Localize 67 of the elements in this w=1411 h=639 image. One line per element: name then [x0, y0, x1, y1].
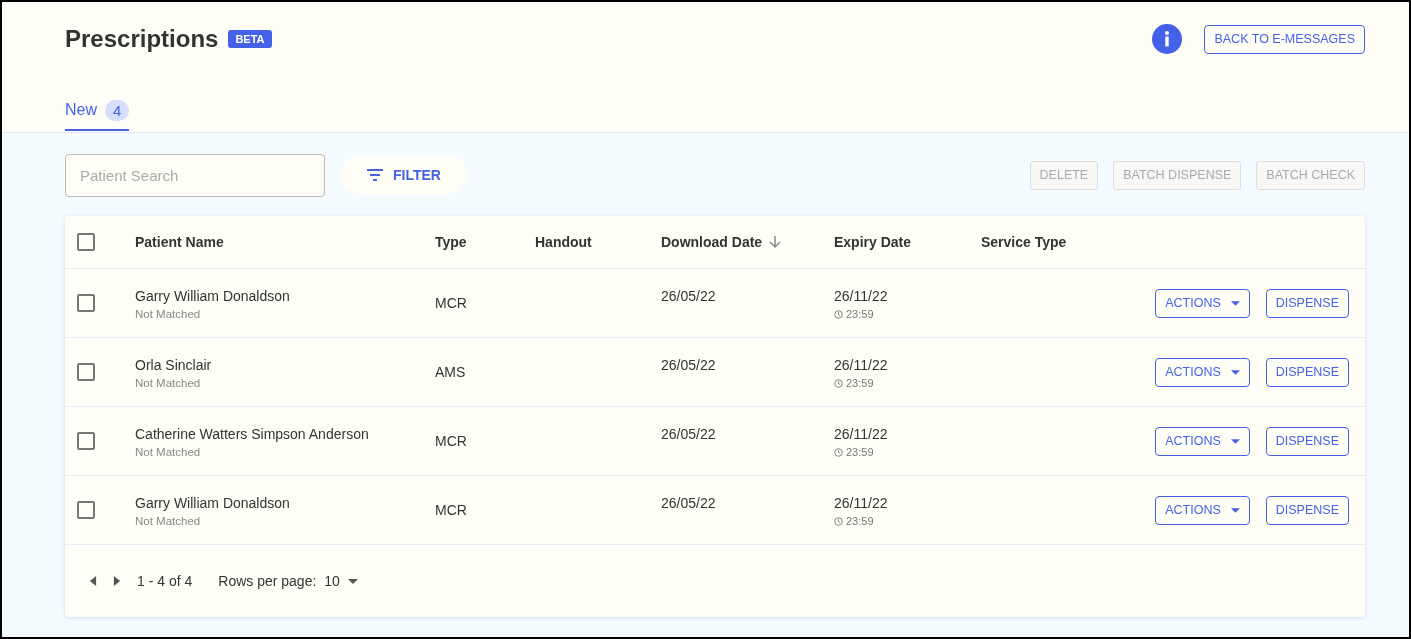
column-header[interactable]: Patient Name — [135, 234, 224, 250]
caret-icon — [347, 578, 358, 584]
clock-icon — [834, 378, 843, 388]
type-cell-text: MCR — [435, 433, 468, 449]
expiry-date: 26/11/22 — [834, 426, 889, 442]
expiry-time: 23:59 — [846, 308, 874, 320]
expiry-date: 26/11/22 — [834, 495, 889, 511]
column-header[interactable]: Type — [435, 234, 467, 250]
clock-icon — [834, 309, 843, 319]
search-field[interactable]: Patient Search — [65, 153, 325, 197]
column-header[interactable]: Expiry Date — [834, 234, 912, 250]
clock-icon — [834, 447, 843, 457]
filter-button[interactable]: FILTER — [341, 156, 467, 194]
patient-name: Garry William Donaldson — [135, 495, 291, 511]
patient-name: Garry William Donaldson — [135, 288, 291, 304]
caret-icon — [1230, 369, 1240, 375]
filter-icon — [367, 169, 383, 181]
patient-name: Orla Sinclair — [135, 357, 213, 373]
dispense-button[interactable]: DISPENSE — [1265, 288, 1349, 318]
expiry-date: 26/11/22 — [834, 357, 889, 373]
type-cell-text: MCR — [435, 295, 468, 311]
download-date: 26/05/22 — [661, 288, 717, 304]
actions-button[interactable]: ACTIONS — [1155, 426, 1250, 456]
expiry-time: 23:59 — [846, 377, 874, 389]
match-status: Not Matched — [135, 515, 202, 527]
match-status: Not Matched — [135, 446, 202, 458]
next-page-icon[interactable] — [113, 576, 121, 586]
expiry-time: 23:59 — [846, 446, 874, 458]
rows-per-page-label: Rows per page: — [218, 573, 317, 589]
count-badge: 4 — [105, 99, 130, 121]
checkbox[interactable] — [77, 294, 95, 312]
match-status: Not Matched — [135, 377, 202, 389]
type-cell-text: MCR — [435, 502, 468, 518]
checkbox[interactable] — [77, 233, 95, 251]
tab[interactable]: New 4 — [65, 91, 130, 131]
column-header[interactable]: Download Date — [661, 234, 763, 250]
beta-badge: BETA — [228, 30, 272, 48]
info-icon[interactable] — [1152, 24, 1183, 54]
rows-per-page-select[interactable]: 10 — [324, 573, 358, 589]
back-button[interactable]: BACK TO E-MESSAGES — [1204, 24, 1365, 54]
checkbox[interactable] — [77, 501, 95, 519]
dispense-button[interactable]: DISPENSE — [1265, 495, 1349, 525]
clock-icon — [834, 516, 843, 526]
dispense-button[interactable]: DISPENSE — [1265, 357, 1349, 387]
previous-page-icon[interactable] — [89, 576, 97, 586]
download-date: 26/05/22 — [661, 426, 717, 442]
patient-name: Catherine Watters Simpson Anderson — [135, 426, 370, 442]
expiry-date: 26/11/22 — [834, 288, 889, 304]
caret-icon — [1230, 300, 1240, 306]
type-cell-text: AMS — [435, 364, 467, 380]
checkbox[interactable] — [77, 432, 95, 450]
caret-icon — [1230, 507, 1240, 513]
expiry-time: 23:59 — [846, 515, 874, 527]
column-header[interactable]: Service Type — [981, 234, 1067, 250]
download-date: 26/05/22 — [661, 357, 717, 373]
download-date: 26/05/22 — [661, 495, 717, 511]
match-status: Not Matched — [135, 308, 202, 320]
actions-button[interactable]: ACTIONS — [1155, 288, 1250, 318]
dispense-button[interactable]: DISPENSE — [1265, 426, 1349, 456]
actions-button[interactable]: ACTIONS — [1155, 357, 1250, 387]
sort-arrow-icon[interactable] — [768, 235, 783, 249]
page-range: 1 - 4 of 4 — [137, 573, 193, 589]
page-title: Prescriptions — [65, 25, 219, 53]
caret-icon — [1230, 438, 1240, 444]
checkbox[interactable] — [77, 363, 95, 381]
actions-button[interactable]: ACTIONS — [1155, 495, 1250, 525]
column-header[interactable]: Handout — [535, 234, 592, 250]
